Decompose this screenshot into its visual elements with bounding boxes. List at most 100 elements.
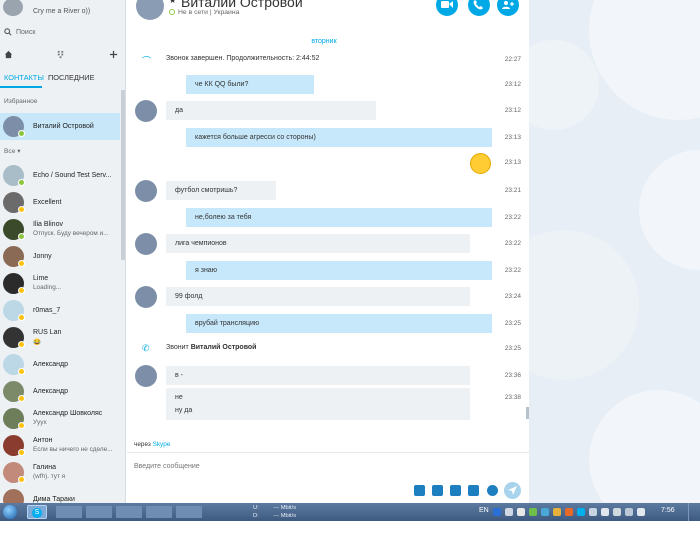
contact-item[interactable]: Echo / Sound Test Serv...	[0, 162, 120, 189]
message-timestamp: 23:22	[504, 214, 521, 221]
sender-avatar[interactable]	[135, 100, 157, 122]
taskbar-skype[interactable]: S	[27, 505, 47, 519]
show-desktop-button[interactable]	[688, 503, 700, 521]
tray-icon[interactable]	[589, 508, 597, 516]
search-input[interactable]: Поиск	[16, 29, 35, 36]
volume-icon[interactable]	[637, 508, 645, 516]
add-participants-button[interactable]	[497, 0, 519, 16]
all-contacts-header[interactable]: Все ▾	[4, 147, 21, 155]
outgoing-message[interactable]: кажется больше агресси со стороны)	[186, 128, 492, 147]
contact-item[interactable]: Галина (wfh). тут я	[0, 459, 120, 486]
incoming-message[interactable]: лига чемпионов	[166, 234, 470, 253]
video-call-button[interactable]	[436, 0, 458, 16]
outgoing-message[interactable]: че КК QQ были?	[186, 75, 314, 94]
taskbar-app[interactable]	[176, 506, 202, 518]
contact-item[interactable]: Jonny	[0, 243, 120, 270]
message-text: ну да	[175, 407, 193, 414]
laughing-emoticon-icon[interactable]	[470, 153, 491, 174]
contact-favorite[interactable]: Виталий Островой	[0, 113, 120, 140]
taskbar-app[interactable]	[86, 506, 112, 518]
incoming-message[interactable]: не ну да	[166, 388, 470, 420]
tray-icon[interactable]	[541, 508, 549, 516]
add-contact-icon[interactable]	[109, 50, 118, 59]
message-row: 99 фолд 23:24	[127, 286, 521, 308]
tray-icon[interactable]	[517, 508, 525, 516]
contact-name: Ilia Blinov	[33, 221, 63, 228]
tray-icon[interactable]	[505, 508, 513, 516]
send-contacts-icon[interactable]	[468, 485, 479, 496]
message-row: не,болею за тебя 23:22	[127, 208, 521, 227]
system-message: Звонит Виталий Островой	[166, 344, 257, 351]
contact-item[interactable]: Дима Тараки	[0, 486, 120, 503]
video-message-icon[interactable]	[450, 485, 461, 496]
contact-item[interactable]: Александр Шовколяс Ууух	[0, 405, 120, 432]
sidebar-scrollbar[interactable]	[121, 90, 125, 260]
send-file-icon[interactable]	[432, 485, 443, 496]
sender-avatar[interactable]	[135, 365, 157, 387]
network-icon[interactable]	[625, 508, 633, 516]
tab-contacts[interactable]: КОНТАКТЫ	[4, 73, 44, 82]
contact-item[interactable]: Антон Если вы ничего не сделе...	[0, 432, 120, 459]
contact-item[interactable]: RUS Lan 😂	[0, 324, 120, 351]
tab-recent[interactable]: ПОСЛЕДНИЕ	[48, 73, 95, 82]
contact-item[interactable]: r0mas_7	[0, 297, 120, 324]
compose-area[interactable]: Введите сообщение	[127, 452, 529, 503]
my-avatar[interactable]	[3, 0, 23, 16]
taskbar-app[interactable]	[146, 506, 172, 518]
favorite-star-icon[interactable]: ★	[169, 0, 176, 5]
outgoing-message[interactable]: врубай трансляцию	[186, 314, 492, 333]
contact-item[interactable]: Александр	[0, 378, 120, 405]
message-timestamp: 23:21	[504, 187, 521, 194]
outgoing-message[interactable]: не,болею за тебя	[186, 208, 492, 227]
incoming-message[interactable]: в -	[166, 366, 470, 385]
home-icon[interactable]	[4, 50, 13, 59]
send-button[interactable]	[504, 482, 521, 499]
contact-item[interactable]: Excellent	[0, 189, 120, 216]
skype-tray-icon[interactable]	[577, 508, 585, 516]
audio-call-button[interactable]	[468, 0, 490, 16]
send-photo-icon[interactable]	[414, 485, 425, 496]
help-icon[interactable]	[493, 508, 501, 516]
taskbar-app[interactable]	[116, 506, 142, 518]
mood-message[interactable]: Cry me a River o))	[33, 8, 90, 15]
via-skype-link[interactable]: Skype	[153, 441, 171, 448]
sender-avatar[interactable]	[135, 286, 157, 308]
start-button[interactable]	[0, 503, 22, 521]
outgoing-message[interactable]: я знаю	[186, 261, 492, 280]
status-dot	[18, 260, 25, 267]
bg-circle	[589, 0, 700, 120]
contact-avatar[interactable]	[136, 0, 164, 20]
incoming-message[interactable]: футбол смотришь?	[166, 181, 276, 200]
tray-icon[interactable]	[553, 508, 561, 516]
network-meter: U: --- Mbit/s D: --- Mbit/s	[253, 504, 296, 520]
message-text: не	[175, 394, 183, 401]
clock[interactable]: 7:56	[661, 507, 675, 514]
tray-icon[interactable]	[601, 508, 609, 516]
search-box[interactable]: Поиск	[0, 26, 125, 40]
contact-item[interactable]: Lime Loading...	[0, 270, 120, 297]
tray-icon[interactable]	[529, 508, 537, 516]
message-timestamp: 23:22	[504, 240, 521, 247]
message-timestamp: 23:24	[504, 293, 521, 300]
conversation-pane: ★ Виталий Островой Не в сети | Украина в…	[127, 0, 529, 503]
tray-icon[interactable]	[565, 508, 573, 516]
message-input[interactable]: Введите сообщение	[134, 463, 200, 470]
status-dot	[18, 314, 25, 321]
profile-area[interactable]: Cry me a River o))	[0, 0, 125, 22]
taskbar-app[interactable]	[56, 506, 82, 518]
contact-name: Echo / Sound Test Serv...	[33, 172, 112, 179]
incoming-message[interactable]: 99 фолд	[166, 287, 470, 306]
language-indicator[interactable]: EN	[479, 507, 489, 514]
incoming-message[interactable]: да	[166, 101, 376, 120]
flag-icon[interactable]	[613, 508, 621, 516]
contact-item[interactable]: Александр	[0, 351, 120, 378]
message-text: че КК QQ были?	[195, 81, 249, 88]
status-dot	[18, 130, 25, 137]
dialpad-icon[interactable]	[56, 50, 65, 59]
call-ended-icon: ⌒	[142, 56, 152, 66]
emoticons-icon[interactable]	[487, 485, 498, 496]
sender-avatar[interactable]	[135, 233, 157, 255]
sender-avatar[interactable]	[135, 180, 157, 202]
contact-item[interactable]: Ilia Blinov Отпуск. Буду вечером и...	[0, 216, 120, 243]
message-timestamp: 22:27	[504, 56, 521, 63]
